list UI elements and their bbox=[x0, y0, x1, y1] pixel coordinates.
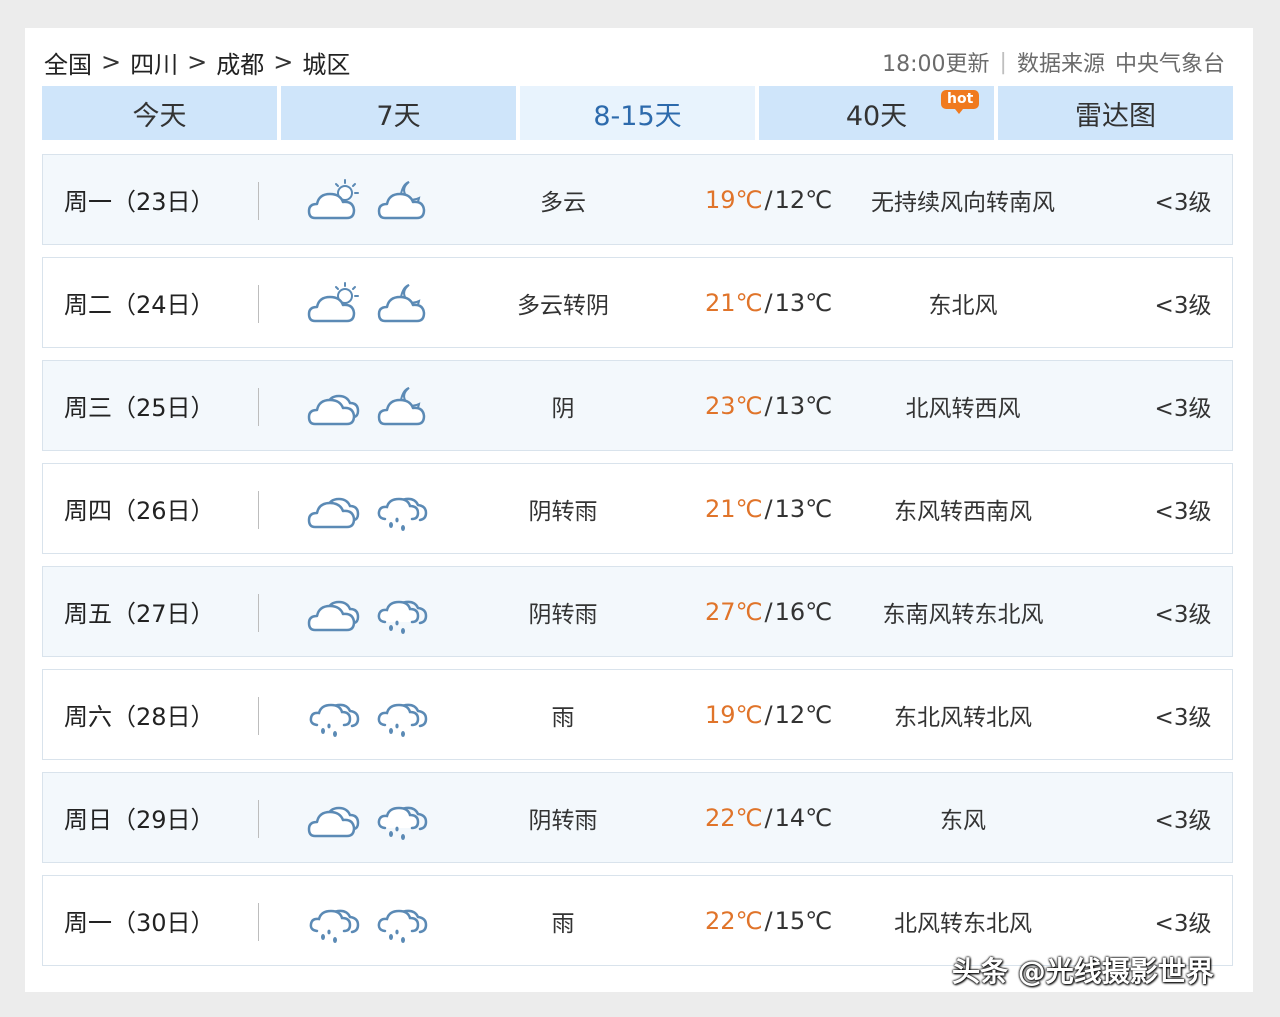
hot-badge: hot bbox=[941, 90, 980, 114]
weather-card: 全国 > 四川 > 成都 > 城区 18:00更新 | 数据来源 中央气象台 今… bbox=[25, 28, 1253, 992]
weather-icons bbox=[307, 876, 429, 965]
top-bar: 全国 > 四川 > 成都 > 城区 18:00更新 | 数据来源 中央气象台 bbox=[44, 44, 1225, 80]
forecast-row: 周六（28日） 雨 19℃/12℃ 东北风转北风 <3级 bbox=[42, 669, 1233, 760]
partly-cloudy-night-icon bbox=[375, 178, 429, 222]
overcast-icon bbox=[307, 487, 361, 531]
rain-icon bbox=[375, 899, 429, 943]
forecast-row: 周三（25日） 阴 23℃/13℃ 北风转西风 <3级 bbox=[42, 360, 1233, 451]
update-meta: 18:00更新 | 数据来源 中央气象台 bbox=[882, 46, 1225, 78]
forecast-row: 周五（27日） 阴转雨 27℃/16℃ 东南风转东北风 <3级 bbox=[42, 566, 1233, 657]
rain-icon bbox=[307, 693, 361, 737]
weather-icons bbox=[307, 258, 429, 347]
tab-label: 7天 bbox=[376, 100, 421, 132]
tab-label: 雷达图 bbox=[1075, 100, 1156, 132]
wind-direction: 无持续风向转南风 bbox=[871, 189, 1055, 216]
tab-8-15-days[interactable]: 8-15天 bbox=[520, 86, 755, 140]
forecast-date: 周一（30日） bbox=[64, 909, 215, 937]
forecast-date: 周二（24日） bbox=[64, 291, 215, 319]
tab-40-days[interactable]: 40天 hot bbox=[759, 86, 994, 140]
meta-divider: | bbox=[999, 49, 1007, 75]
tab-label: 40天 bbox=[845, 100, 908, 132]
weather-description: 阴转雨 bbox=[528, 498, 598, 525]
forecast-row: 周日（29日） 阴转雨 22℃/14℃ 东风 <3级 bbox=[42, 772, 1233, 863]
row-divider bbox=[258, 182, 259, 220]
partly-cloudy-day-icon bbox=[307, 178, 361, 222]
row-divider bbox=[258, 388, 259, 426]
breadcrumb-separator: > bbox=[273, 48, 294, 76]
forecast-date: 周三（25日） bbox=[64, 394, 215, 422]
weather-description: 阴 bbox=[551, 395, 575, 422]
wind-level: <3级 bbox=[1154, 704, 1212, 731]
forecast-date: 周五（27日） bbox=[64, 600, 215, 628]
forecast-tabs: 今天 7天 8-15天 40天 hot 雷达图 bbox=[42, 86, 1233, 140]
weather-description: 阴转雨 bbox=[528, 601, 598, 628]
wind-direction: 东北风转北风 bbox=[894, 704, 1032, 731]
weather-description: 阴转雨 bbox=[528, 807, 598, 834]
weather-icons bbox=[307, 361, 429, 450]
partly-cloudy-day-icon bbox=[307, 281, 361, 325]
rain-icon bbox=[375, 796, 429, 840]
weather-icons bbox=[307, 155, 429, 244]
forecast-list: 周一（23日） 多云 19℃/12℃ 无持续风向转南风 <3级 周二（24日） bbox=[42, 154, 1233, 978]
weather-icons bbox=[307, 670, 429, 759]
weather-description: 多云转阴 bbox=[517, 292, 609, 319]
watermark: 头条 @光线摄影世界 bbox=[952, 955, 1214, 988]
breadcrumb-item-district: 城区 bbox=[302, 50, 351, 79]
breadcrumb-item-country[interactable]: 全国 bbox=[44, 45, 92, 80]
forecast-date: 周一（23日） bbox=[64, 188, 215, 216]
forecast-row: 周一（23日） 多云 19℃/12℃ 无持续风向转南风 <3级 bbox=[42, 154, 1233, 245]
weather-icons bbox=[307, 773, 429, 862]
forecast-row: 周二（24日） 多云转阴 21℃/13℃ 东北风 <3级 bbox=[42, 257, 1233, 348]
row-divider bbox=[258, 285, 259, 323]
breadcrumb-separator: > bbox=[101, 48, 122, 76]
tab-label: 今天 bbox=[132, 100, 187, 132]
wind-direction: 东南风转东北风 bbox=[882, 601, 1044, 628]
overcast-icon bbox=[307, 590, 361, 634]
row-divider bbox=[258, 594, 259, 632]
rain-icon bbox=[375, 487, 429, 531]
forecast-date: 周日（29日） bbox=[64, 806, 215, 834]
wind-level: <3级 bbox=[1154, 189, 1212, 216]
weather-icons bbox=[307, 567, 429, 656]
wind-level: <3级 bbox=[1154, 807, 1212, 834]
row-divider bbox=[258, 800, 259, 838]
row-divider bbox=[258, 903, 259, 941]
update-time: 18:00更新 bbox=[882, 52, 990, 77]
weather-description: 雨 bbox=[551, 704, 575, 731]
wind-level: <3级 bbox=[1154, 292, 1212, 319]
breadcrumb-item-city[interactable]: 成都 bbox=[216, 45, 264, 80]
breadcrumb-separator: > bbox=[187, 48, 208, 76]
breadcrumb: 全国 > 四川 > 成都 > 城区 bbox=[44, 45, 350, 80]
overcast-icon bbox=[307, 796, 361, 840]
rain-icon bbox=[307, 899, 361, 943]
wind-level: <3级 bbox=[1154, 601, 1212, 628]
wind-direction: 东风转西南风 bbox=[894, 498, 1032, 525]
partly-cloudy-night-icon bbox=[375, 384, 429, 428]
wind-direction: 东风 bbox=[940, 807, 986, 834]
forecast-date: 周六（28日） bbox=[64, 703, 215, 731]
weather-description: 雨 bbox=[551, 910, 575, 937]
weather-description: 多云 bbox=[540, 189, 586, 216]
tab-radar[interactable]: 雷达图 bbox=[998, 86, 1233, 140]
wind-level: <3级 bbox=[1154, 498, 1212, 525]
tab-today[interactable]: 今天 bbox=[42, 86, 277, 140]
wind-direction: 东北风 bbox=[928, 292, 998, 319]
row-divider bbox=[258, 697, 259, 735]
breadcrumb-item-province[interactable]: 四川 bbox=[130, 45, 178, 80]
forecast-row: 周四（26日） 阴转雨 21℃/13℃ 东风转西南风 <3级 bbox=[42, 463, 1233, 554]
data-source-name: 中央气象台 bbox=[1114, 52, 1225, 77]
weather-icons bbox=[307, 464, 429, 553]
rain-icon bbox=[375, 590, 429, 634]
wind-direction: 北风转西风 bbox=[905, 395, 1021, 422]
row-divider bbox=[258, 491, 259, 529]
data-source-label: 数据来源 bbox=[1016, 52, 1105, 77]
rain-icon bbox=[375, 693, 429, 737]
forecast-date: 周四（26日） bbox=[64, 497, 215, 525]
overcast-icon bbox=[307, 384, 361, 428]
tab-label: 8-15天 bbox=[593, 100, 682, 132]
tab-7-days[interactable]: 7天 bbox=[281, 86, 516, 140]
partly-cloudy-night-icon bbox=[375, 281, 429, 325]
wind-level: <3级 bbox=[1154, 395, 1212, 422]
